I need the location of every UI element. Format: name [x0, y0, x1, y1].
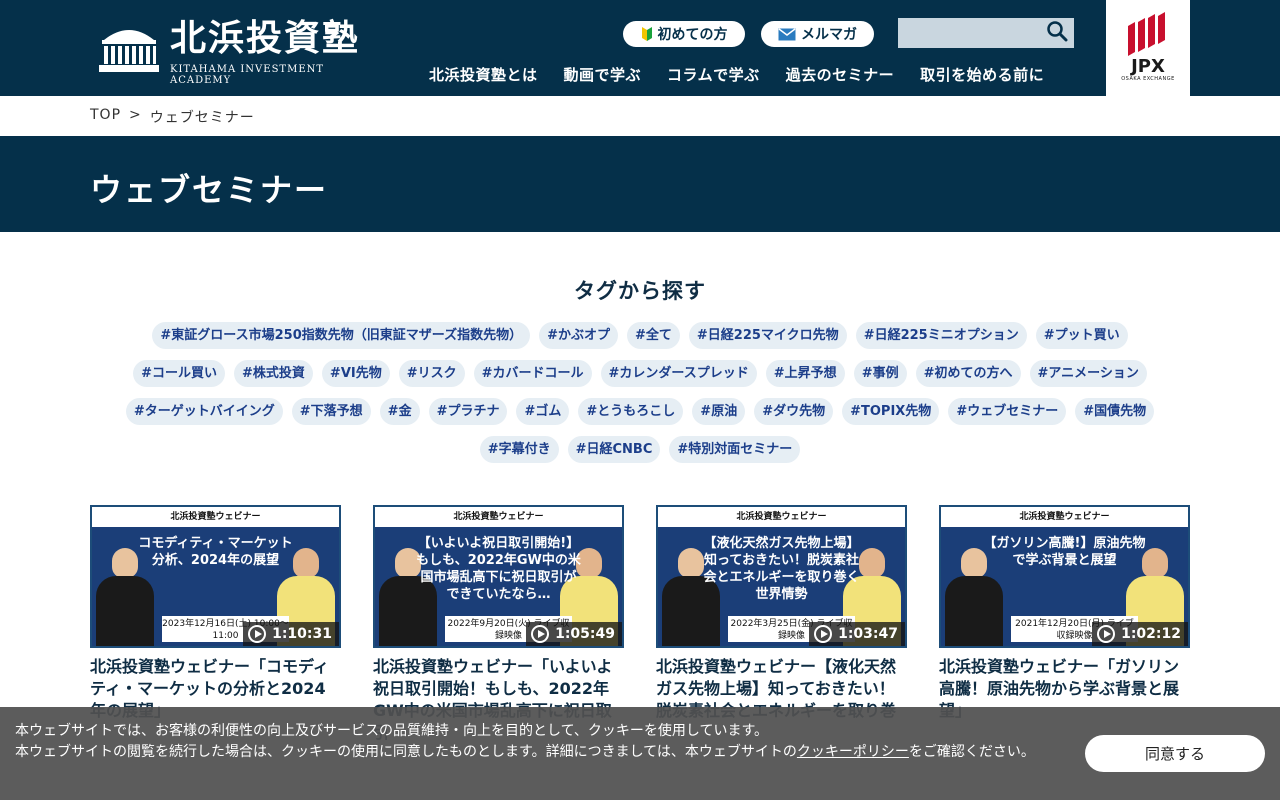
tag-link[interactable]: #上昇予想 [765, 360, 845, 387]
first-time-label: 初めての方 [657, 27, 728, 43]
cookie-message: 本ウェブサイトでは、お客様の利便性の向上及びサービスの品質維持・向上を目的として… [15, 721, 1070, 763]
seminar-thumbnail[interactable]: 北浜投資塾ウェビナー コモディティ・マーケット 分析、2024年の展望 2023… [90, 505, 341, 648]
nav-item-before-trading[interactable]: 取引を始める前に [920, 64, 1044, 85]
logo-subtitle: KITAHAMA INVESTMENT ACADEMY [170, 64, 325, 86]
tag-link[interactable]: #ウェブセミナー [948, 398, 1067, 425]
page-title: ウェブセミナー [90, 171, 329, 209]
tag-link[interactable]: #ターゲットバイイング [125, 398, 283, 425]
cookie-line-2-end: をご確認ください。 [908, 744, 1035, 760]
nav-item-column[interactable]: コラムで学ぶ [667, 64, 760, 85]
thumbnail-headline: 【液化天然ガス先物上場】知っておきたい！脱炭素社会とエネルギーを取り巻く世界情勢 [703, 536, 860, 602]
tag-link[interactable]: #コール買い [133, 360, 226, 387]
seminar-thumbnail[interactable]: 北浜投資塾ウェビナー 【ガソリン高騰!】原油先物で学ぶ背景と展望 2021年12… [939, 505, 1190, 648]
tag-link[interactable]: #原油 [692, 398, 746, 425]
thumbnail-headline: コモディティ・マーケット 分析、2024年の展望 [138, 536, 293, 568]
breadcrumb-home[interactable]: TOP [90, 107, 121, 127]
logo-title: 北浜投資塾 [170, 17, 361, 59]
video-duration: 1:10:31 [243, 622, 339, 646]
search-icon[interactable] [1046, 20, 1068, 46]
tag-link[interactable]: #カレンダースプレッド [600, 360, 757, 387]
play-icon [1097, 625, 1116, 643]
seminar-thumbnail[interactable]: 北浜投資塾ウェビナー 【いよいよ祝日取引開始!】もしも、2022年GW中の米国市… [373, 505, 624, 648]
play-icon [248, 625, 267, 643]
jpx-text: JPX [1131, 56, 1165, 77]
tag-link[interactable]: #東証グロース市場250指数先物（旧東証マザーズ指数先物） [152, 322, 531, 349]
tag-link[interactable]: #プット買い [1035, 322, 1128, 349]
beginner-mark-icon [641, 27, 652, 41]
cookie-policy-link[interactable]: クッキーポリシー [797, 744, 909, 760]
thumbnail-headline: 【いよいよ祝日取引開始!】もしも、2022年GW中の米国市場乱高下に祝日取引がで… [416, 536, 581, 602]
tag-link[interactable]: #かぶオプ [539, 322, 618, 349]
tag-link[interactable]: #とうもろこし [578, 398, 684, 425]
nav-item-about[interactable]: 北浜投資塾とは [429, 64, 538, 85]
tag-link[interactable]: #日経225ミニオプション [855, 322, 1027, 349]
tag-link[interactable]: #ゴム [516, 398, 570, 425]
thumbnail-header: 北浜投資塾ウェビナー [941, 507, 1188, 527]
tag-link[interactable]: #VI先物 [321, 360, 390, 387]
mailmag-button[interactable]: メルマガ [761, 21, 874, 47]
tag-link[interactable]: #全て [627, 322, 680, 349]
duration-text: 1:02:12 [1121, 626, 1181, 642]
duration-text: 1:03:47 [838, 626, 898, 642]
mailmag-label: メルマガ [801, 27, 857, 43]
tag-link[interactable]: #リスク [398, 360, 465, 387]
tag-list: #東証グロース市場250指数先物（旧東証マザーズ指数先物） #かぶオプ #全て #日経… [110, 322, 1170, 463]
tag-link[interactable]: #字幕付き [479, 436, 559, 463]
play-icon [531, 625, 550, 643]
tag-link[interactable]: #事例 [853, 360, 907, 387]
breadcrumb-separator: > [129, 107, 142, 123]
nav-item-past-seminars[interactable]: 過去のセミナー [786, 64, 895, 85]
tag-link[interactable]: #国債先物 [1075, 398, 1155, 425]
video-duration: 1:02:12 [1092, 622, 1188, 646]
tag-link[interactable]: #株式投資 [234, 360, 313, 387]
video-duration: 1:03:47 [809, 622, 905, 646]
seminar-thumbnail[interactable]: 北浜投資塾ウェビナー 【液化天然ガス先物上場】知っておきたい！脱炭素社会とエネル… [656, 505, 907, 648]
breadcrumb: TOP > ウェブセミナー [90, 107, 255, 127]
tag-link[interactable]: #ダウ先物 [754, 398, 834, 425]
site-logo[interactable]: 北浜投資塾 KITAHAMA INVESTMENT ACADEMY [96, 17, 366, 86]
jpx-mark-icon [1128, 12, 1165, 56]
jpx-subtext: OSAKA EXCHANGE [1121, 76, 1175, 82]
tag-link[interactable]: #プラチナ [428, 398, 508, 425]
thumbnail-headline: 【ガソリン高騰!】原油先物で学ぶ背景と展望 [983, 536, 1146, 568]
nav-item-video[interactable]: 動画で学ぶ [564, 64, 642, 85]
search-box [898, 18, 1074, 48]
tag-link[interactable]: #日経CNBC [567, 436, 661, 463]
mail-icon [778, 27, 796, 40]
main-nav: 北浜投資塾とは 動画で学ぶ コラムで学ぶ 過去のセミナー 取引を始める前に [429, 64, 1044, 85]
tag-link[interactable]: #TOPIX先物 [842, 398, 940, 425]
duration-text: 1:10:31 [272, 626, 332, 642]
site-header: 北浜投資塾 KITAHAMA INVESTMENT ACADEMY 初めての方 … [0, 0, 1280, 96]
tag-link[interactable]: #下落予想 [291, 398, 371, 425]
video-duration: 1:05:49 [526, 622, 622, 646]
tag-link[interactable]: #カバードコール [473, 360, 592, 387]
first-time-button[interactable]: 初めての方 [623, 21, 745, 47]
cookie-line-2: 本ウェブサイトの閲覧を続行した場合は、クッキーの使用に同意したものとします。詳細… [15, 744, 797, 760]
tag-link[interactable]: #日経225マイクロ先物 [688, 322, 847, 349]
tag-link[interactable]: #金 [379, 398, 420, 425]
cookie-agree-button[interactable]: 同意する [1085, 735, 1265, 772]
tag-link[interactable]: #アニメーション [1029, 360, 1147, 387]
tags-heading: タグから探す [574, 279, 706, 303]
jpx-logo[interactable]: JPX OSAKA EXCHANGE [1106, 0, 1190, 96]
play-icon [814, 625, 833, 643]
thumbnail-header: 北浜投資塾ウェビナー [658, 507, 905, 527]
thumbnail-header: 北浜投資塾ウェビナー [375, 507, 622, 527]
cookie-line-1: 本ウェブサイトでは、お客様の利便性の向上及びサービスの品質維持・向上を目的として… [15, 723, 769, 739]
tag-link[interactable]: #初めての方へ [915, 360, 1021, 387]
tag-link[interactable]: #特別対面セミナー [669, 436, 801, 463]
duration-text: 1:05:49 [555, 626, 615, 642]
building-icon [96, 18, 162, 74]
breadcrumb-current: ウェブセミナー [149, 110, 255, 126]
search-input[interactable] [898, 18, 1038, 48]
thumbnail-header: 北浜投資塾ウェビナー [92, 507, 339, 527]
